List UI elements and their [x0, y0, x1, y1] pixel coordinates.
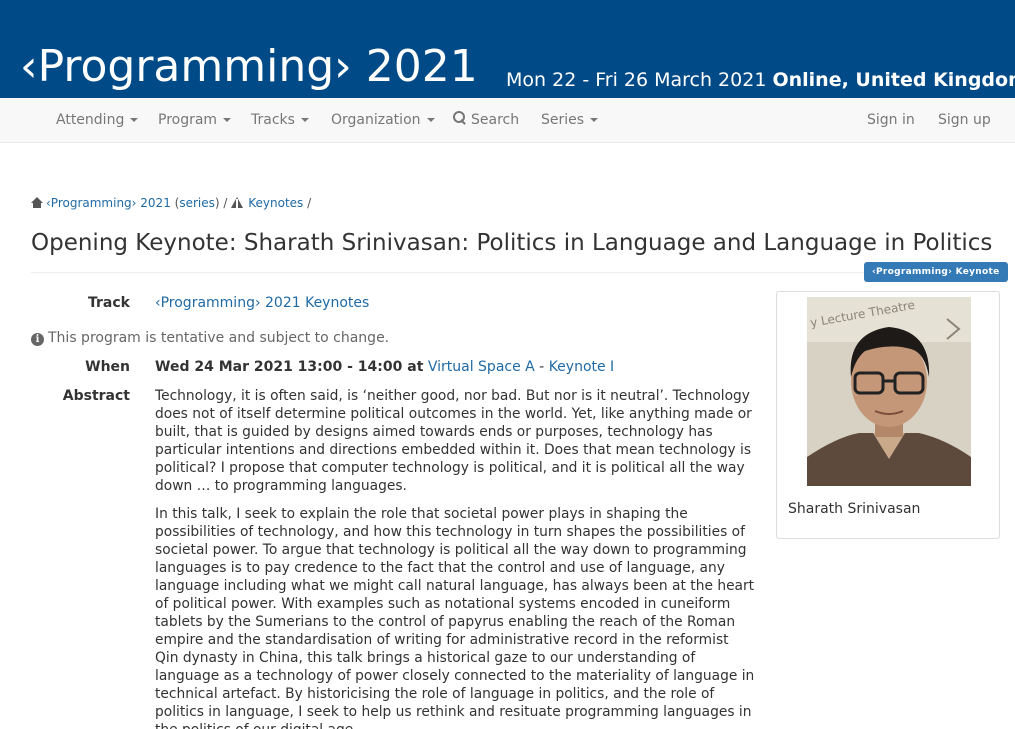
- speaker-photo[interactable]: y Lecture Theatre: [807, 297, 971, 486]
- chevron-down-icon: [130, 118, 139, 122]
- nav-program-label: Program: [158, 112, 218, 128]
- nav-tracks[interactable]: Tracks: [251, 98, 309, 142]
- nav-search[interactable]: Search: [453, 98, 519, 142]
- when-datetime: Wed 24 Mar 2021 13:00 - 14:00 at: [155, 359, 424, 375]
- home-icon: [31, 197, 43, 208]
- breadcrumb-series-link[interactable]: series: [179, 196, 215, 210]
- breadcrumb-close-paren: ) /: [214, 196, 232, 210]
- nav-sign-in[interactable]: Sign in: [867, 98, 915, 142]
- speaker-portrait-illustration: y Lecture Theatre: [807, 297, 971, 486]
- main-navbar: Attending Program Tracks Organization Se…: [0, 98, 1015, 143]
- conference-title[interactable]: ‹Programming› 2021: [20, 41, 478, 93]
- conference-dates: Mon 22 - Fri 26 March 2021 Online, Unite…: [506, 68, 1015, 92]
- when-separator: -: [534, 359, 549, 375]
- room-link[interactable]: Virtual Space A: [428, 359, 535, 375]
- tentative-notice: i This program is tentative and subject t…: [31, 329, 389, 348]
- session-link[interactable]: Keynote I: [549, 359, 615, 375]
- road-icon: [231, 197, 244, 208]
- nav-attending-label: Attending: [56, 112, 125, 128]
- nav-search-label: Search: [471, 112, 520, 128]
- nav-series-label: Series: [541, 112, 585, 128]
- chevron-down-icon: [426, 118, 435, 122]
- chevron-down-icon: [223, 118, 232, 122]
- abstract-paragraph: Technology, it is often said, is ‘neithe…: [155, 388, 752, 494]
- nav-organization-label: Organization: [331, 112, 421, 128]
- conference-date-range: Mon 22 - Fri 26 March 2021: [506, 69, 767, 91]
- nav-program[interactable]: Program: [158, 98, 232, 142]
- nav-attending[interactable]: Attending: [56, 98, 139, 142]
- track-label: Track: [88, 295, 130, 311]
- breadcrumb-conference-link[interactable]: ‹Programming› 2021: [46, 196, 171, 210]
- track-value: ‹Programming› 2021 Keynotes: [155, 294, 369, 313]
- abstract-label: Abstract: [62, 388, 130, 404]
- nav-sign-up[interactable]: Sign up: [938, 98, 991, 142]
- search-icon: [453, 111, 467, 125]
- breadcrumb: ‹Programming› 2021 (series) / Keynotes /: [31, 195, 311, 211]
- track-badge[interactable]: ‹Programming› Keynote: [864, 262, 1008, 282]
- nav-series[interactable]: Series: [541, 98, 599, 142]
- nav-organization[interactable]: Organization: [331, 98, 435, 142]
- info-icon: i: [31, 333, 44, 346]
- page-title: Opening Keynote: Sharath Srinivasan: Pol…: [31, 230, 993, 256]
- abstract-paragraph: In this talk, I seek to explain the role…: [155, 506, 755, 729]
- chevron-down-icon: [300, 118, 309, 122]
- nav-tracks-label: Tracks: [251, 112, 295, 128]
- when-label: When: [85, 359, 130, 375]
- breadcrumb-trailing-slash: /: [303, 196, 312, 210]
- conference-location: Online, United Kingdom: [772, 69, 1015, 91]
- conference-header: ‹Programming› 2021 Mon 22 - Fri 26 March…: [0, 0, 1015, 98]
- title-divider: [31, 272, 985, 273]
- chevron-down-icon: [590, 118, 599, 122]
- when-value: Wed 24 Mar 2021 13:00 - 14:00 at Virtual…: [155, 358, 614, 377]
- tentative-text: This program is tentative and subject to…: [48, 330, 390, 346]
- speaker-card[interactable]: y Lecture Theatre Sharath Srinivasan: [776, 291, 1000, 539]
- speaker-name[interactable]: Sharath Srinivasan: [788, 500, 920, 519]
- track-link[interactable]: ‹Programming› 2021 Keynotes: [155, 295, 369, 311]
- abstract-body: Technology, it is often said, is ‘neithe…: [155, 387, 755, 729]
- breadcrumb-keynotes-link[interactable]: Keynotes: [248, 196, 303, 210]
